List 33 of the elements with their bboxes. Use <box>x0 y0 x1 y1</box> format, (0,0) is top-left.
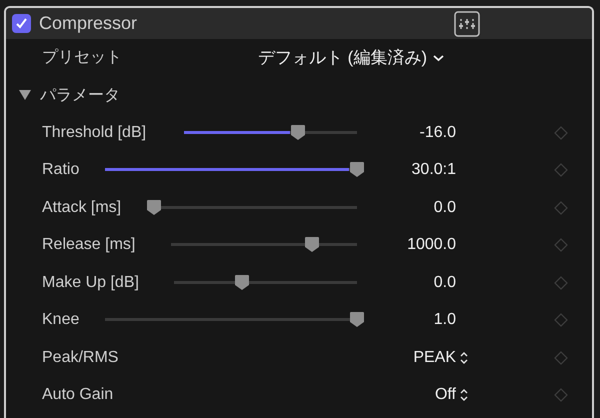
popup-menu[interactable]: PEAK <box>413 348 468 367</box>
parameter-label: Attack [ms] <box>42 198 122 217</box>
slider-thumb[interactable] <box>349 161 365 178</box>
parameter-label: Release [ms] <box>42 236 136 254</box>
parameter-value: 0.0 <box>432 274 456 292</box>
up-down-arrows-icon <box>460 350 468 365</box>
slider-thumb[interactable] <box>234 274 250 291</box>
parameter-label: Ratio <box>42 161 80 180</box>
parameter-value: 0.0 <box>432 198 456 217</box>
parameter-value: 1.0 <box>432 311 456 330</box>
parameter-label: Knee <box>42 311 80 330</box>
slider-thumb[interactable] <box>146 198 162 216</box>
parameter-label: Auto Gain <box>42 386 114 404</box>
preset-label: プリセット <box>42 48 122 68</box>
chevron-down-icon <box>433 54 444 62</box>
parameter-value: 30.0:1 <box>410 161 456 180</box>
enable-checkbox[interactable] <box>12 14 31 33</box>
slider-thumb[interactable] <box>290 124 306 141</box>
parameter-value: -16.0 <box>418 124 456 142</box>
parameter-label: Peak/RMS <box>42 348 118 367</box>
effect-title: Compressor <box>39 13 138 34</box>
popup-menu[interactable]: Off <box>434 386 468 404</box>
parameter-value: 1000.0 <box>406 236 456 254</box>
sliders-icon[interactable] <box>454 10 480 36</box>
parameter-label: Make Up [dB] <box>42 274 139 292</box>
parameter-label: Threshold [dB] <box>42 124 146 142</box>
slider-thumb[interactable] <box>349 311 365 328</box>
preset-dropdown[interactable]: デフォルト (編集済み) <box>258 46 444 70</box>
section-title: パラメータ <box>40 86 120 106</box>
up-down-arrows-icon <box>460 388 468 402</box>
disclosure-triangle-icon[interactable] <box>18 89 32 102</box>
slider-thumb[interactable] <box>304 236 320 254</box>
checkmark-icon <box>15 17 28 30</box>
